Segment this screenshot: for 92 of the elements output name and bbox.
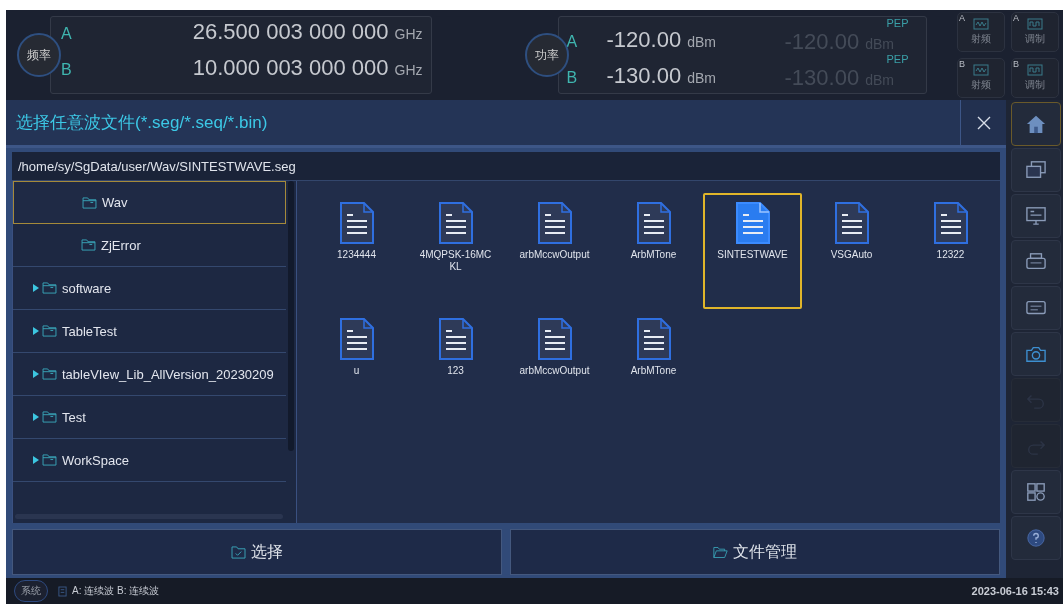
help-icon [1025, 528, 1047, 548]
document-icon [833, 201, 870, 245]
file-item[interactable]: 4MQPSK-16MCKL [406, 193, 505, 309]
tree-item[interactable]: ZjError [13, 224, 286, 267]
mode-button[interactable]: A 调制 [1011, 12, 1059, 52]
pulse-icon [1027, 64, 1043, 76]
file-item[interactable]: u [307, 309, 406, 425]
mode-button[interactable]: B 调制 [1011, 58, 1059, 98]
sidebar-button[interactable] [1011, 470, 1061, 514]
system-button[interactable]: 系统 [14, 580, 48, 602]
expand-arrow-icon [33, 370, 39, 378]
close-icon [976, 115, 991, 130]
tree-item[interactable]: TableTest [13, 310, 286, 353]
sidebar-button[interactable] [1011, 332, 1061, 376]
windows-icon [1025, 160, 1047, 180]
folder-icon [42, 282, 57, 294]
power-unit: dBm [687, 34, 716, 50]
expand-arrow-icon [33, 327, 39, 335]
mode-button[interactable]: A 射频 [957, 12, 1005, 52]
document-icon [58, 585, 67, 597]
folder-icon [42, 368, 57, 380]
document-icon [338, 317, 375, 361]
frequency-unit: GHz [394, 62, 423, 78]
frequency-value[interactable]: 26.500 003 000 000 [192, 19, 389, 45]
mode-button[interactable]: B 射频 [957, 58, 1005, 98]
sidebar-button[interactable] [1011, 148, 1061, 192]
expand-arrow-icon [33, 284, 39, 292]
sidebar-button[interactable] [1011, 286, 1061, 330]
tree-item[interactable]: WorkSpace [13, 439, 286, 482]
dialog-button[interactable]: 选择 [12, 529, 502, 575]
file-item[interactable]: ArbMTone [604, 193, 703, 309]
folder-check-icon [231, 545, 246, 559]
channel-label: B [61, 61, 73, 79]
expand-arrow-icon [33, 456, 39, 464]
channel-label: A [566, 33, 579, 52]
document-icon [635, 317, 672, 361]
tree-item[interactable]: software [13, 267, 286, 310]
document-icon [932, 201, 969, 245]
folder-icon [42, 454, 57, 466]
document-icon [536, 317, 573, 361]
dialog-title: 选择任意波文件(*.seg/*.seq/*.bin) [15, 112, 269, 134]
sidebar-button[interactable] [1011, 102, 1061, 146]
waveform-icon [973, 64, 989, 76]
folder-icon [81, 239, 96, 251]
frequency-value[interactable]: 10.000 003 000 000 [192, 55, 389, 81]
sidebar-button[interactable] [1011, 194, 1061, 238]
file-item[interactable]: 12322 [901, 193, 1000, 309]
open-folder-icon [713, 545, 728, 559]
date-time: 2023-06-16 15:43 [971, 585, 1059, 597]
sidebar-button[interactable] [1011, 240, 1061, 284]
document-icon [635, 201, 672, 245]
sidebar-button[interactable] [1011, 516, 1061, 560]
file-item[interactable]: ArbMTone [604, 309, 703, 425]
file-item[interactable]: SINTESTWAVE [703, 193, 802, 309]
file-item[interactable]: arbMccwOutput [505, 309, 604, 425]
document-icon [734, 201, 771, 245]
channel-label: B [566, 69, 579, 88]
power-value[interactable]: -120.00 [606, 27, 682, 53]
folder-icon [42, 411, 57, 423]
tree-item[interactable]: Wav [13, 181, 286, 224]
home-icon [1025, 114, 1047, 134]
expand-arrow-icon [33, 413, 39, 421]
pep-label: PEP [886, 17, 909, 29]
grid-icon [1025, 482, 1047, 502]
tree-item[interactable]: Test [13, 396, 286, 439]
power-value[interactable]: -130.00 [606, 63, 682, 89]
document-icon [338, 201, 375, 245]
pep-label: PEP [886, 53, 909, 65]
path-field[interactable]: /home/sy/SgData/user/Wav/SINTESTWAVE.seg [12, 152, 1000, 181]
document-icon [536, 201, 573, 245]
dialog-button[interactable]: 文件管理 [510, 529, 1000, 575]
pulse-icon [1027, 18, 1043, 30]
frequency-unit: GHz [394, 26, 423, 42]
file-item[interactable]: VSGAuto [802, 193, 901, 309]
scrollbar[interactable] [288, 181, 294, 451]
channel-label: A [61, 25, 73, 43]
file-item[interactable]: arbMccwOutput [505, 193, 604, 309]
file-item[interactable]: 1234444 [307, 193, 406, 309]
frequency-knob[interactable]: 频率 [17, 33, 61, 77]
document-icon [437, 317, 474, 361]
monitor-icon [1025, 206, 1047, 226]
document-icon [437, 201, 474, 245]
printer-icon [1025, 252, 1047, 272]
file-item[interactable]: 123 [406, 309, 505, 425]
tree-item[interactable]: tableVIew_Lib_AllVersion_20230209 [13, 353, 286, 396]
folder-icon [82, 196, 97, 209]
mode-status: A: 连续波 B: 连续波 [72, 584, 160, 598]
camera-icon [1025, 344, 1047, 364]
close-button[interactable] [960, 100, 1006, 145]
power-unit: dBm [687, 70, 716, 86]
folder-icon [42, 325, 57, 337]
waveform-icon [973, 18, 989, 30]
